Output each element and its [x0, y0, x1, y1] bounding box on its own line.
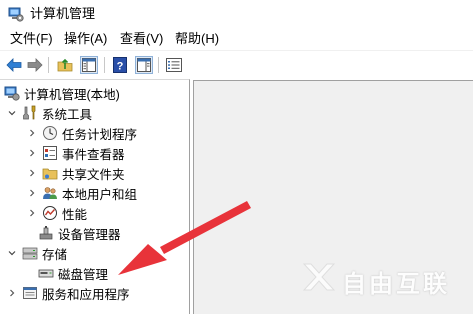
- back-button[interactable]: [5, 56, 23, 74]
- show-hide-action-pane-icon: [137, 58, 151, 72]
- shared-folder-icon: [42, 168, 58, 180]
- menu-help[interactable]: 帮助(H): [174, 31, 220, 47]
- show-hide-console-tree-icon: [82, 58, 96, 72]
- tools-icon: [23, 105, 36, 120]
- computer-management-icon: [4, 86, 20, 101]
- tree-item-services-apps[interactable]: 服务和应用程序: [6, 283, 130, 303]
- tree-item-performance[interactable]: 性能: [26, 203, 87, 223]
- title-bar: 计算机管理: [0, 0, 473, 28]
- forward-button[interactable]: [26, 56, 44, 74]
- tree-item-shared-folders[interactable]: 共享文件夹: [26, 163, 125, 183]
- chevron-right-icon[interactable]: [26, 167, 38, 179]
- chevron-down-icon[interactable]: [6, 107, 18, 119]
- details-pane: [193, 80, 473, 314]
- tree-item-label: 服务和应用程序: [42, 287, 130, 302]
- tree-item-label: 磁盘管理: [58, 263, 109, 283]
- tree-item-label: 共享文件夹: [62, 167, 125, 182]
- tree-item-storage[interactable]: 存储: [6, 243, 67, 263]
- tree-item-event-viewer[interactable]: 事件查看器: [26, 143, 125, 163]
- tree-item-task-scheduler[interactable]: 任务计划程序: [26, 123, 137, 143]
- up-folder-button[interactable]: [56, 56, 74, 74]
- up-folder-icon: [57, 58, 73, 72]
- chevron-right-icon[interactable]: [26, 147, 38, 159]
- chevron-down-icon[interactable]: [6, 247, 18, 259]
- services-icon: [23, 287, 37, 299]
- tree-item-root[interactable]: 计算机管理(本地): [4, 83, 120, 103]
- svg-text:?: ?: [117, 61, 124, 73]
- tree-item-label: 本地用户和组: [62, 187, 138, 202]
- chevron-right-icon[interactable]: [26, 187, 38, 199]
- clock-icon: [43, 126, 57, 140]
- tree-item-disk-management[interactable]: 磁盘管理: [38, 263, 109, 283]
- tree-item-label: 任务计划程序: [62, 127, 138, 142]
- help-icon: ?: [113, 57, 127, 73]
- help-button[interactable]: ?: [111, 56, 129, 74]
- tree-item-label: 存储: [42, 247, 68, 262]
- tree-item-label: 系统工具: [42, 107, 93, 122]
- device-manager-icon: [39, 226, 53, 240]
- tree-item-label: 设备管理器: [58, 227, 121, 242]
- tree-item-system-tools[interactable]: 系统工具: [6, 103, 92, 123]
- computer-management-icon: [8, 7, 24, 22]
- chevron-right-icon[interactable]: [26, 207, 38, 219]
- chevron-right-icon[interactable]: [26, 127, 38, 139]
- menu-file[interactable]: 文件(F): [9, 31, 54, 47]
- tree-item-local-users[interactable]: 本地用户和组: [26, 183, 137, 203]
- disk-management-icon: [38, 269, 54, 278]
- chevron-right-icon[interactable]: [6, 287, 18, 299]
- properties-icon: [166, 58, 182, 72]
- performance-icon: [43, 206, 57, 220]
- back-icon: [6, 58, 22, 72]
- window-title: 计算机管理: [30, 6, 96, 21]
- toolbar: ?: [0, 50, 473, 78]
- forward-icon: [27, 58, 43, 72]
- tree-item-label: 性能: [62, 207, 88, 222]
- show-hide-console-tree-button[interactable]: [80, 56, 98, 74]
- tree-item-label: 计算机管理(本地): [24, 87, 120, 102]
- event-viewer-icon: [43, 146, 57, 160]
- console-tree: 计算机管理(本地) 系统工具 任务计划程序 事件查看器 共享文件夹 本地用户和组…: [0, 79, 190, 314]
- users-icon: [43, 187, 57, 199]
- menu-action[interactable]: 操作(A): [63, 31, 108, 47]
- properties-button[interactable]: [165, 56, 183, 74]
- show-hide-action-pane-button[interactable]: [135, 56, 153, 74]
- menu-view[interactable]: 查看(V): [119, 31, 164, 47]
- storage-icon: [22, 247, 38, 260]
- tree-item-device-manager[interactable]: 设备管理器: [38, 223, 121, 243]
- menu-bar: 文件(F) 操作(A) 查看(V) 帮助(H): [0, 28, 473, 50]
- tree-item-label: 事件查看器: [62, 147, 125, 162]
